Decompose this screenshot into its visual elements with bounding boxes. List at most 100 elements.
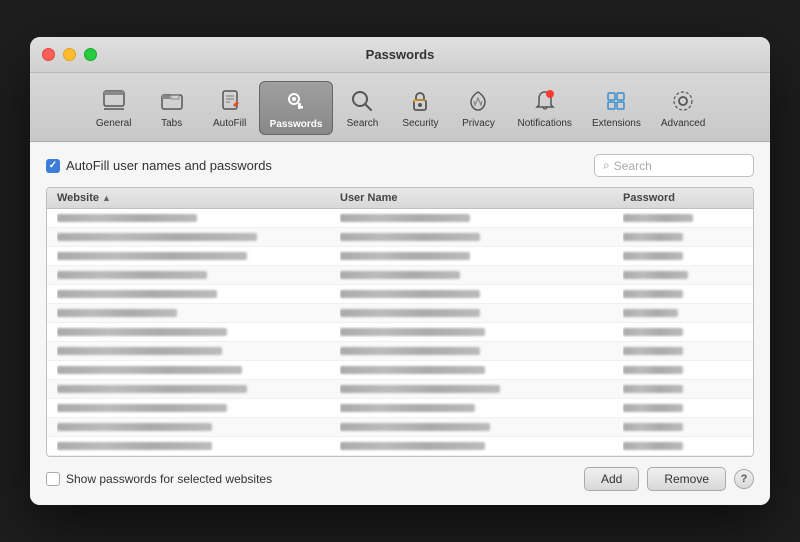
maximize-button[interactable] bbox=[84, 48, 97, 61]
advanced-icon bbox=[667, 85, 699, 117]
autofill-checkbox-row: ✓ AutoFill user names and passwords bbox=[46, 158, 272, 173]
username-cell bbox=[340, 288, 623, 300]
table-row[interactable] bbox=[47, 323, 753, 342]
search-icon bbox=[346, 85, 378, 117]
content-area: ✓ AutoFill user names and passwords ⌕ We… bbox=[30, 142, 770, 505]
username-cell bbox=[340, 345, 623, 357]
extensions-icon bbox=[600, 85, 632, 117]
bottom-buttons: Add Remove ? bbox=[584, 467, 754, 491]
security-icon bbox=[404, 85, 436, 117]
username-cell bbox=[340, 307, 623, 319]
username-cell bbox=[340, 402, 623, 414]
toolbar-item-autofill[interactable]: AutoFill bbox=[201, 81, 259, 135]
toolbar-item-tabs[interactable]: Tabs bbox=[143, 81, 201, 135]
security-label: Security bbox=[402, 118, 438, 129]
table-row[interactable] bbox=[47, 228, 753, 247]
general-icon bbox=[98, 85, 130, 117]
website-cell bbox=[57, 288, 340, 300]
table-row[interactable] bbox=[47, 285, 753, 304]
show-passwords-row: Show passwords for selected websites bbox=[46, 472, 272, 486]
close-button[interactable] bbox=[42, 48, 55, 61]
website-cell bbox=[57, 383, 340, 395]
toolbar-item-notifications[interactable]: Notifications bbox=[507, 81, 581, 135]
toolbar-item-extensions[interactable]: Extensions bbox=[582, 81, 651, 135]
autofill-icon bbox=[214, 85, 246, 117]
passwords-label: Passwords bbox=[270, 119, 323, 130]
notifications-icon bbox=[529, 85, 561, 117]
website-cell bbox=[57, 326, 340, 338]
toolbar-item-privacy[interactable]: Privacy bbox=[449, 81, 507, 135]
toolbar-item-general[interactable]: General bbox=[85, 81, 143, 135]
autofill-label-text: AutoFill user names and passwords bbox=[66, 158, 272, 173]
privacy-label: Privacy bbox=[462, 118, 495, 129]
password-cell bbox=[623, 383, 743, 395]
toolbar-item-advanced[interactable]: Advanced bbox=[651, 81, 715, 135]
table-body bbox=[47, 209, 753, 456]
website-cell bbox=[57, 212, 340, 224]
window-controls bbox=[42, 48, 97, 61]
password-cell bbox=[623, 345, 743, 357]
username-cell bbox=[340, 231, 623, 243]
bottom-bar: Show passwords for selected websites Add… bbox=[46, 457, 754, 493]
show-passwords-checkbox[interactable] bbox=[46, 472, 60, 486]
remove-button[interactable]: Remove bbox=[647, 467, 726, 491]
toolbar-item-search[interactable]: Search bbox=[333, 81, 391, 135]
tabs-icon bbox=[156, 85, 188, 117]
tabs-label: Tabs bbox=[161, 118, 182, 129]
username-header: User Name bbox=[340, 192, 623, 204]
show-passwords-label: Show passwords for selected websites bbox=[66, 472, 272, 486]
sort-arrow-icon: ▲ bbox=[102, 193, 111, 203]
username-cell bbox=[340, 364, 623, 376]
table-row[interactable] bbox=[47, 209, 753, 228]
toolbar-item-security[interactable]: Security bbox=[391, 81, 449, 135]
website-cell bbox=[57, 231, 340, 243]
password-cell bbox=[623, 231, 743, 243]
website-cell bbox=[57, 440, 340, 452]
table-header: Website ▲ User Name Password bbox=[47, 188, 753, 209]
autofill-checkbox[interactable]: ✓ bbox=[46, 159, 60, 173]
table-row[interactable] bbox=[47, 380, 753, 399]
password-cell bbox=[623, 269, 743, 281]
toolbar: General Tabs Aut bbox=[30, 73, 770, 142]
search-icon-small: ⌕ bbox=[603, 158, 610, 173]
top-bar: ✓ AutoFill user names and passwords ⌕ bbox=[46, 154, 754, 177]
password-cell bbox=[623, 212, 743, 224]
notifications-label: Notifications bbox=[517, 118, 571, 129]
website-cell bbox=[57, 421, 340, 433]
table-row[interactable] bbox=[47, 437, 753, 456]
table-row[interactable] bbox=[47, 266, 753, 285]
advanced-label: Advanced bbox=[661, 118, 705, 129]
website-header: Website ▲ bbox=[57, 192, 340, 204]
add-button[interactable]: Add bbox=[584, 467, 639, 491]
password-cell bbox=[623, 421, 743, 433]
username-cell bbox=[340, 326, 623, 338]
username-cell bbox=[340, 212, 623, 224]
table-row[interactable] bbox=[47, 247, 753, 266]
table-row[interactable] bbox=[47, 304, 753, 323]
username-cell bbox=[340, 250, 623, 262]
table-row[interactable] bbox=[47, 361, 753, 380]
search-box[interactable]: ⌕ bbox=[594, 154, 754, 177]
autofill-label: AutoFill bbox=[213, 118, 246, 129]
search-label: Search bbox=[347, 118, 379, 129]
table-row[interactable] bbox=[47, 342, 753, 361]
privacy-icon bbox=[462, 85, 494, 117]
password-cell bbox=[623, 307, 743, 319]
website-cell bbox=[57, 364, 340, 376]
search-input[interactable] bbox=[614, 159, 745, 173]
table-row[interactable] bbox=[47, 418, 753, 437]
passwords-icon bbox=[280, 86, 312, 118]
username-cell bbox=[340, 269, 623, 281]
username-cell bbox=[340, 440, 623, 452]
username-cell bbox=[340, 383, 623, 395]
minimize-button[interactable] bbox=[63, 48, 76, 61]
website-cell bbox=[57, 402, 340, 414]
password-cell bbox=[623, 440, 743, 452]
username-cell bbox=[340, 421, 623, 433]
password-cell bbox=[623, 326, 743, 338]
table-row[interactable] bbox=[47, 399, 753, 418]
password-cell bbox=[623, 250, 743, 262]
toolbar-item-passwords[interactable]: Passwords bbox=[259, 81, 334, 135]
help-button[interactable]: ? bbox=[734, 469, 754, 489]
extensions-label: Extensions bbox=[592, 118, 641, 129]
